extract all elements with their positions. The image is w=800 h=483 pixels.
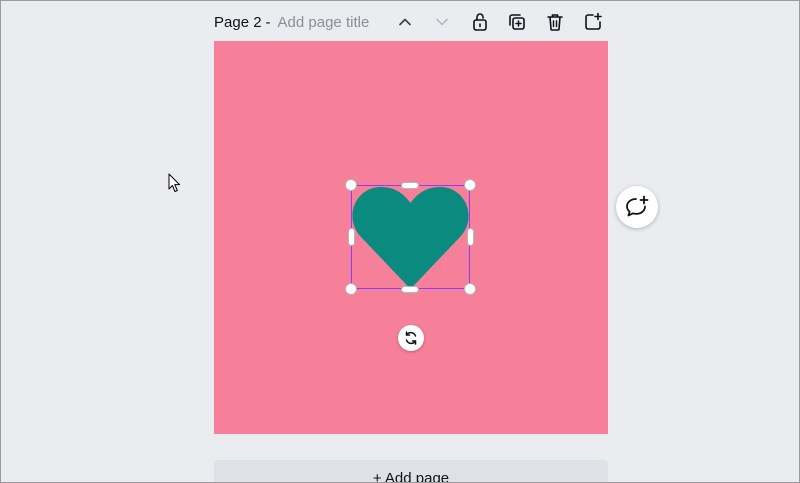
add-page-icon[interactable]	[582, 11, 604, 33]
editor-workspace: Page 2- Add page title + Add page	[0, 0, 800, 483]
resize-handle-left[interactable]	[348, 228, 355, 246]
rotate-icon	[405, 331, 417, 345]
add-page-button[interactable]: + Add page	[214, 460, 608, 482]
duplicate-page-icon[interactable]	[506, 11, 528, 33]
mouse-cursor-icon	[168, 173, 180, 192]
add-comment-button[interactable]	[616, 186, 658, 228]
delete-icon[interactable]	[544, 11, 566, 33]
selection-box	[351, 185, 470, 289]
design-page[interactable]	[214, 41, 608, 434]
page-header: Page 2- Add page title	[214, 9, 608, 35]
resize-handle-bottom-left[interactable]	[345, 283, 357, 295]
resize-handle-bottom-right[interactable]	[464, 283, 476, 295]
chevron-down-icon[interactable]	[431, 11, 453, 33]
lock-icon[interactable]	[469, 11, 491, 33]
resize-handle-right[interactable]	[467, 228, 474, 246]
resize-handle-top-right[interactable]	[464, 179, 476, 191]
page-title-input[interactable]: Add page title	[278, 14, 370, 31]
resize-handle-bottom[interactable]	[401, 286, 419, 293]
resize-handle-top[interactable]	[401, 182, 419, 189]
chevron-up-icon[interactable]	[394, 11, 416, 33]
page-title-separator: -	[265, 13, 271, 31]
resize-handle-top-left[interactable]	[345, 179, 357, 191]
add-comment-icon	[626, 195, 649, 217]
page-label: Page 2-	[214, 14, 275, 31]
rotate-handle[interactable]	[398, 325, 424, 351]
page-number: Page 2	[214, 13, 262, 31]
